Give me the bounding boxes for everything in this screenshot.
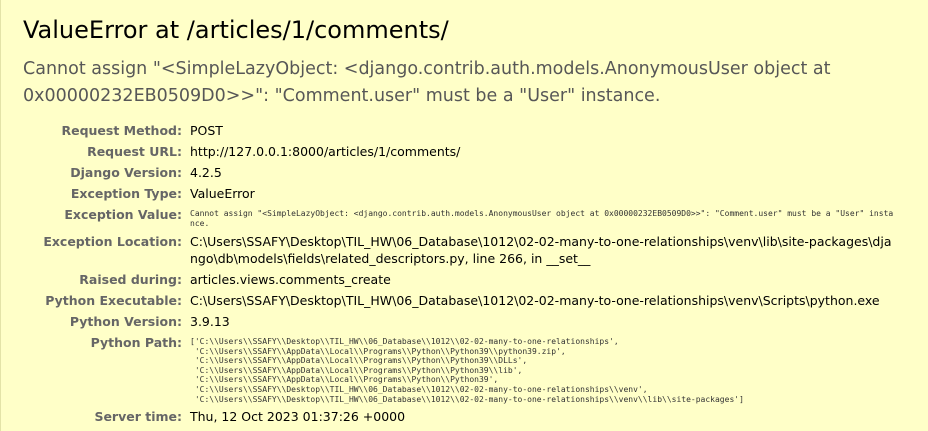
meta-label: Server time: bbox=[94, 409, 182, 425]
exception-value-value: Cannot assign "<SimpleLazyObject: <djang… bbox=[190, 209, 894, 228]
raised-during-value: articles.views.comments_create bbox=[190, 272, 391, 287]
meta-row: Django Version: 4.2.5 bbox=[23, 162, 895, 183]
page-title: ValueError at /articles/1/comments/ bbox=[23, 16, 449, 44]
meta-label: Request Method: bbox=[61, 123, 182, 138]
meta-label: Raised during: bbox=[79, 272, 182, 287]
meta-row: Python Version: 3.9.13 bbox=[23, 311, 895, 332]
exception-type-value: ValueError bbox=[190, 186, 255, 201]
meta-label: Exception Type: bbox=[70, 186, 182, 201]
meta-label: Exception Value: bbox=[64, 207, 182, 222]
request-method-value: POST bbox=[190, 123, 223, 138]
meta-row: Request URL: http://127.0.0.1:8000/artic… bbox=[23, 141, 895, 162]
meta-row: Python Path: ['C:\\Users\\SSAFY\\Desktop… bbox=[23, 332, 895, 406]
meta-label: Request URL: bbox=[87, 144, 182, 159]
request-meta-table: Request Method: POST Request URL: http:/… bbox=[23, 120, 895, 427]
meta-label: Exception Location: bbox=[43, 234, 182, 249]
meta-row: Raised during: articles.views.comments_c… bbox=[23, 269, 895, 290]
meta-label: Python Path: bbox=[90, 335, 182, 350]
server-time-value: Thu, 12 Oct 2023 01:37:26 +0000 bbox=[190, 409, 406, 425]
meta-row: Exception Location: C:\Users\SSAFY\Deskt… bbox=[23, 231, 895, 269]
meta-label: Python Version: bbox=[69, 314, 182, 329]
python-executable-value: C:\Users\SSAFY\Desktop\TIL_HW\06_Databas… bbox=[190, 293, 880, 308]
meta-label: Python Executable: bbox=[45, 293, 182, 308]
request-url-value: http://127.0.0.1:8000/articles/1/comment… bbox=[190, 144, 461, 159]
meta-row: Exception Value: Cannot assign "<SimpleL… bbox=[23, 204, 895, 231]
exception-message: Cannot assign "<SimpleLazyObject: <djang… bbox=[23, 59, 831, 106]
python-version-value: 3.9.13 bbox=[190, 314, 230, 329]
meta-row: Python Executable: C:\Users\SSAFY\Deskto… bbox=[23, 290, 895, 311]
error-summary: ValueError at /articles/1/comments/ Cann… bbox=[0, 0, 928, 431]
meta-row: Server time: Thu, 12 Oct 2023 01:37:26 +… bbox=[23, 406, 895, 427]
meta-row: Request Method: POST bbox=[23, 120, 895, 141]
django-version-value: 4.2.5 bbox=[190, 165, 222, 180]
meta-row: Exception Type: ValueError bbox=[23, 183, 895, 204]
exception-location-value: C:\Users\SSAFY\Desktop\TIL_HW\06_Databas… bbox=[190, 234, 892, 266]
meta-label: Django Version: bbox=[70, 165, 182, 180]
python-path-value: ['C:\\Users\\SSAFY\\Desktop\\TIL_HW\\06_… bbox=[190, 337, 744, 404]
